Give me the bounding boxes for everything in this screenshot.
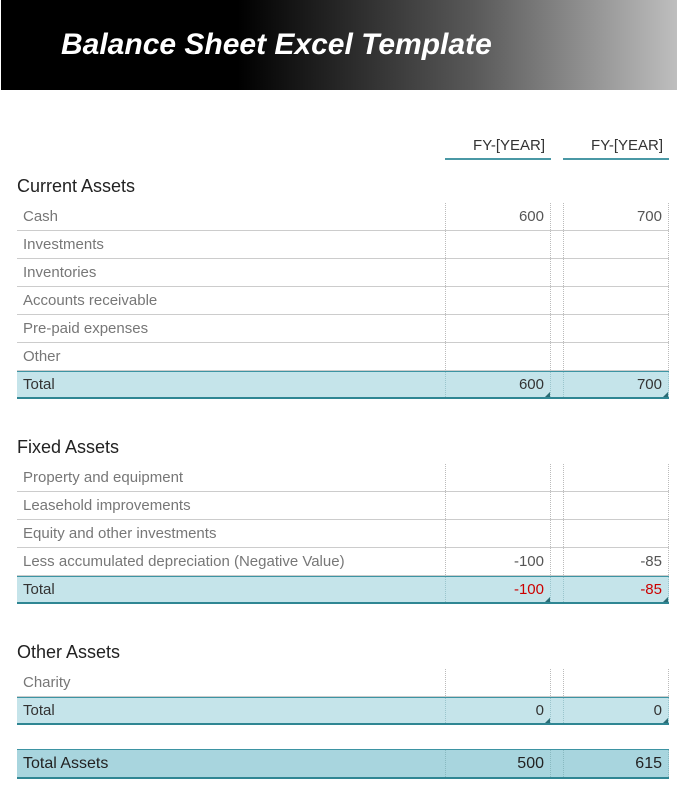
row-value xyxy=(445,343,551,370)
year-header-row: FY-[YEAR] FY-[YEAR] xyxy=(17,130,669,160)
row-label: Total xyxy=(17,581,445,598)
row-label: Less accumulated depreciation (Negative … xyxy=(17,553,445,570)
row-value: -85 xyxy=(563,577,669,602)
table-row: Charity xyxy=(17,669,669,697)
row-value: 0 xyxy=(445,698,551,723)
row-value xyxy=(445,231,551,258)
row-label: Charity xyxy=(17,674,445,691)
row-value: 700 xyxy=(563,203,669,230)
row-value: 600 xyxy=(445,203,551,230)
row-label: Equity and other investments xyxy=(17,525,445,542)
row-value: 700 xyxy=(563,372,669,397)
row-label: Investments xyxy=(17,236,445,253)
row-value xyxy=(563,464,669,491)
row-value xyxy=(563,259,669,286)
row-value xyxy=(563,343,669,370)
row-value: 0 xyxy=(563,698,669,723)
table-row: Investments xyxy=(17,231,669,259)
row-label: Total xyxy=(17,702,445,719)
table-row: Other xyxy=(17,343,669,371)
section-other-assets: Other Assets xyxy=(17,628,669,669)
row-value xyxy=(563,315,669,342)
row-label: Pre-paid expenses xyxy=(17,320,445,337)
row-value xyxy=(563,287,669,314)
row-label: Leasehold improvements xyxy=(17,497,445,514)
year-col-2: FY-[YEAR] xyxy=(563,137,669,160)
row-value xyxy=(445,520,551,547)
table-row: Less accumulated depreciation (Negative … xyxy=(17,548,669,576)
row-value xyxy=(445,669,551,696)
table-row: Accounts receivable xyxy=(17,287,669,315)
table-row: Property and equipment xyxy=(17,464,669,492)
year-col-1: FY-[YEAR] xyxy=(445,137,551,160)
row-label: Property and equipment xyxy=(17,469,445,486)
section-current-assets: Current Assets xyxy=(17,162,669,203)
row-label: Total xyxy=(17,376,445,393)
section-fixed-assets: Fixed Assets xyxy=(17,423,669,464)
row-label: Inventories xyxy=(17,264,445,281)
total-assets-row: Total Assets 500 615 xyxy=(17,749,669,779)
row-value xyxy=(445,287,551,314)
row-value: -100 xyxy=(445,577,551,602)
table-row: Equity and other investments xyxy=(17,520,669,548)
row-value xyxy=(445,259,551,286)
subtotal-row: Total -100 -85 xyxy=(17,576,669,604)
row-value xyxy=(563,669,669,696)
row-value xyxy=(563,520,669,547)
table-row: Cash 600 700 xyxy=(17,203,669,231)
table-row: Inventories xyxy=(17,259,669,287)
subtotal-row: Total 0 0 xyxy=(17,697,669,725)
row-value xyxy=(445,315,551,342)
row-label: Other xyxy=(17,348,445,365)
balance-sheet: FY-[YEAR] FY-[YEAR] Current Assets Cash … xyxy=(1,130,677,789)
row-value xyxy=(563,492,669,519)
row-value xyxy=(445,492,551,519)
row-label: Accounts receivable xyxy=(17,292,445,309)
row-value xyxy=(445,464,551,491)
row-label: Total Assets xyxy=(17,755,445,773)
row-value: -100 xyxy=(445,548,551,575)
table-row: Leasehold improvements xyxy=(17,492,669,520)
table-row: Pre-paid expenses xyxy=(17,315,669,343)
row-value: -85 xyxy=(563,548,669,575)
subtotal-row: Total 600 700 xyxy=(17,371,669,399)
row-value: 600 xyxy=(445,372,551,397)
row-value xyxy=(563,231,669,258)
row-label: Cash xyxy=(17,208,445,225)
page-title: Balance Sheet Excel Template xyxy=(1,0,677,90)
